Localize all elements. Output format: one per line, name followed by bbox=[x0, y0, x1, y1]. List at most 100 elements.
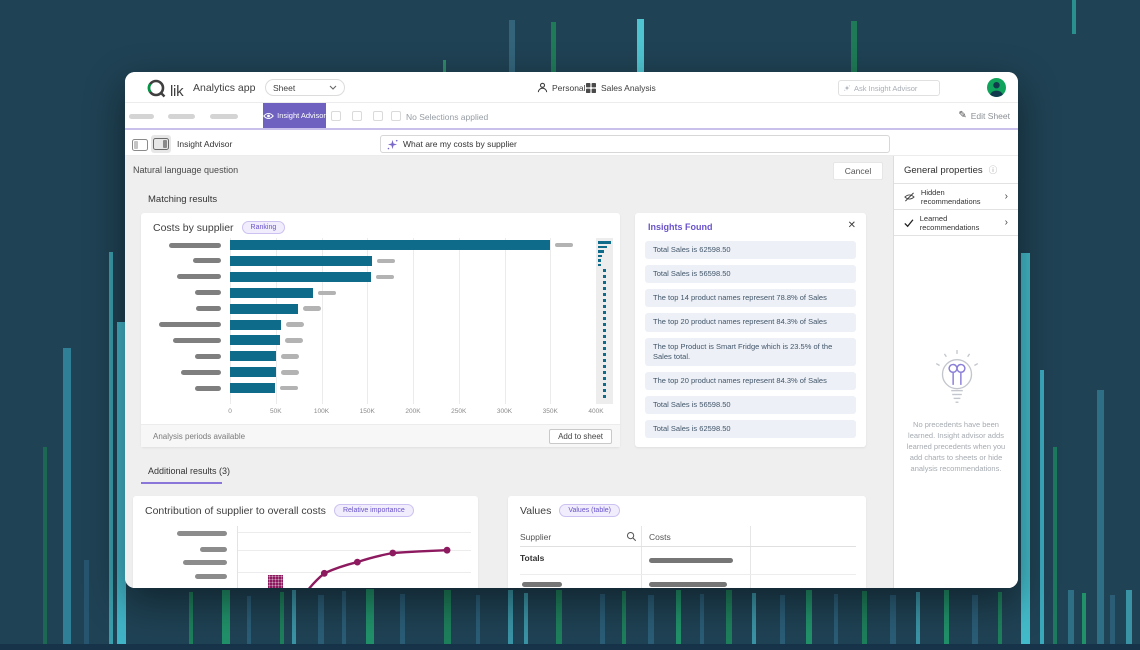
bar[interactable] bbox=[230, 367, 276, 378]
personal-menu[interactable]: Personal bbox=[537, 72, 586, 103]
selection-checkbox[interactable] bbox=[373, 111, 383, 121]
decorative-bar bbox=[443, 60, 446, 72]
general-properties-header: General properties ⓘ bbox=[894, 156, 1018, 184]
ask-insight-advisor-field[interactable] bbox=[838, 80, 940, 96]
x-axis-tick: 150K bbox=[359, 408, 375, 415]
bar[interactable] bbox=[230, 383, 275, 394]
workspace-label: Sales Analysis bbox=[601, 82, 656, 93]
table-header-border bbox=[520, 546, 856, 547]
redacted-value-mask bbox=[376, 258, 395, 264]
tab-active-underline bbox=[141, 482, 222, 484]
table-row-border bbox=[520, 574, 856, 575]
minimap-bar bbox=[598, 250, 604, 253]
decorative-bar bbox=[972, 595, 978, 645]
insight-item[interactable]: Total Sales is 56598.50 bbox=[645, 265, 856, 284]
decorative-bar bbox=[998, 592, 1002, 645]
pareto-point[interactable] bbox=[443, 546, 451, 554]
bar[interactable] bbox=[230, 271, 371, 282]
decorative-bar bbox=[43, 447, 47, 645]
insights-found-panel: Insights Found ✕ Total Sales is 62598.50… bbox=[635, 213, 866, 447]
insight-item[interactable]: The top 20 product names represent 84.3%… bbox=[645, 371, 856, 390]
sheet-selector[interactable]: Sheet bbox=[265, 79, 345, 96]
insight-item[interactable]: The top 14 product names represent 78.8%… bbox=[645, 289, 856, 308]
gridline bbox=[504, 238, 506, 404]
decorative-bar bbox=[508, 590, 513, 645]
decorative-bar bbox=[556, 590, 562, 645]
cancel-button[interactable]: Cancel bbox=[833, 162, 883, 180]
redacted-cell-mask bbox=[522, 582, 562, 587]
decorative-bar bbox=[342, 591, 346, 645]
pareto-point[interactable] bbox=[389, 549, 397, 557]
advisor-panel-title: Insight Advisor bbox=[177, 139, 233, 149]
redacted-category-mask bbox=[159, 322, 221, 327]
x-axis-tick: 100K bbox=[313, 408, 330, 415]
decorative-bar bbox=[780, 595, 785, 645]
decorative-bar bbox=[476, 595, 480, 645]
pencil-icon: ✎ bbox=[958, 109, 967, 121]
pareto-curve[interactable] bbox=[301, 549, 448, 588]
search-icon[interactable] bbox=[626, 531, 637, 542]
selection-checkbox[interactable] bbox=[331, 111, 341, 121]
column-header-costs[interactable]: Costs bbox=[649, 532, 671, 542]
right-panel-toggle-icon[interactable] bbox=[151, 135, 171, 153]
bar[interactable] bbox=[230, 255, 372, 266]
lightbulb-icon bbox=[935, 350, 978, 403]
empty-state-illustration bbox=[894, 348, 1018, 412]
pareto-point[interactable] bbox=[353, 558, 361, 566]
decorative-bar bbox=[1082, 593, 1086, 645]
x-axis-tick: 200K bbox=[405, 408, 421, 415]
learned-recommendations-label: Learned recommendations bbox=[919, 213, 980, 232]
nlq-label: Natural language question bbox=[133, 165, 239, 175]
decorative-bar bbox=[851, 21, 857, 72]
decorative-bar bbox=[676, 590, 681, 645]
insight-item[interactable]: The top 20 product names represent 84.3%… bbox=[645, 313, 856, 332]
hidden-recommendations-row[interactable]: Hidden recommendations › bbox=[894, 184, 1018, 210]
close-icon[interactable]: ✕ bbox=[848, 220, 856, 231]
tab-additional-results[interactable]: Additional results (3) bbox=[148, 466, 230, 476]
empty-state-text: No precedents have been learned. Insight… bbox=[906, 420, 1006, 473]
bar[interactable] bbox=[230, 240, 551, 250]
bar[interactable] bbox=[230, 303, 298, 314]
nl-question-input[interactable] bbox=[403, 139, 883, 149]
learned-recommendations-row[interactable]: Learned recommendations › bbox=[894, 210, 1018, 236]
sparkle-icon bbox=[844, 85, 850, 91]
nl-question-field[interactable] bbox=[380, 135, 890, 153]
edit-sheet-button[interactable]: ✎ Edit Sheet bbox=[958, 103, 1010, 128]
bar[interactable] bbox=[230, 335, 281, 346]
insight-item[interactable]: Total Sales is 56598.50 bbox=[645, 395, 856, 414]
decorative-bar bbox=[600, 594, 605, 645]
pareto-line-chart[interactable] bbox=[133, 496, 478, 588]
selection-checkbox[interactable] bbox=[391, 111, 401, 121]
insight-advisor-button[interactable]: Insight Advisor bbox=[263, 103, 326, 128]
general-properties-title: General properties bbox=[904, 164, 983, 176]
minimap-bar bbox=[598, 254, 602, 257]
gridline bbox=[413, 238, 414, 404]
chart-minimap-scrollbar[interactable] bbox=[596, 238, 613, 404]
ask-insight-advisor-input[interactable] bbox=[854, 83, 934, 93]
selection-checkbox[interactable] bbox=[352, 111, 362, 121]
column-header-supplier[interactable]: Supplier bbox=[520, 532, 551, 542]
bar[interactable] bbox=[230, 287, 314, 298]
values-table-badge: Values (table) bbox=[559, 504, 620, 517]
insight-item[interactable]: The top Product is Smart Fridge which is… bbox=[645, 337, 856, 366]
values-title: Values bbox=[520, 504, 552, 517]
pareto-point[interactable] bbox=[320, 569, 328, 577]
info-icon[interactable]: ⓘ bbox=[989, 164, 998, 176]
bar[interactable] bbox=[230, 319, 282, 330]
add-to-sheet-button[interactable]: Add to sheet bbox=[549, 428, 612, 444]
insight-item[interactable]: Total Sales is 62598.50 bbox=[645, 420, 856, 439]
values-table-card: Values Values (table) Supplier Costs Tot… bbox=[508, 496, 866, 588]
workspace-menu[interactable]: Sales Analysis bbox=[585, 72, 656, 103]
bar[interactable] bbox=[230, 351, 276, 362]
left-panel-toggle-icon[interactable] bbox=[132, 138, 148, 156]
decorative-bar bbox=[700, 594, 704, 645]
chart-title: Costs by supplier bbox=[153, 221, 234, 234]
avatar[interactable] bbox=[987, 78, 1006, 97]
qlik-logo-text: lik bbox=[170, 83, 184, 100]
check-icon bbox=[904, 218, 914, 227]
decorative-bar bbox=[1097, 390, 1104, 645]
insight-item[interactable]: Total Sales is 62598.50 bbox=[645, 241, 856, 260]
chevron-right-icon: › bbox=[1004, 216, 1008, 228]
decorative-bar bbox=[280, 592, 284, 645]
decorative-bar bbox=[622, 591, 626, 645]
